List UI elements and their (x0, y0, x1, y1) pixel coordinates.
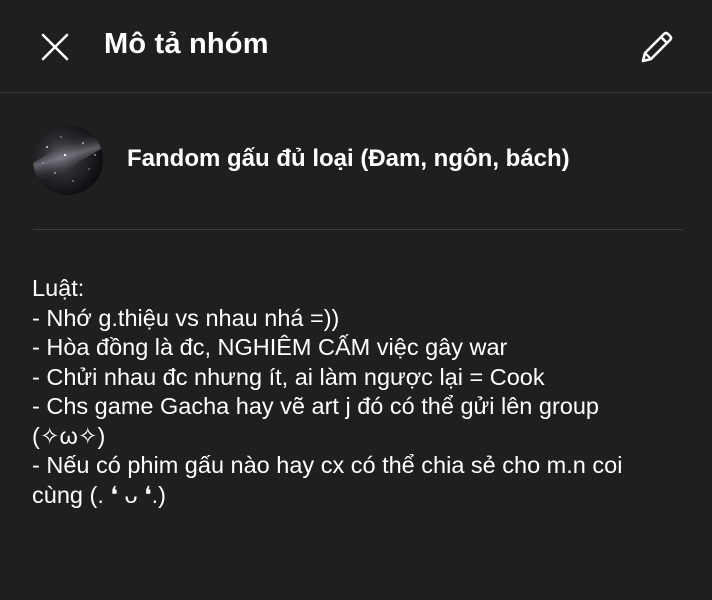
group-avatar (33, 125, 103, 195)
close-button[interactable] (28, 24, 82, 70)
edit-button[interactable] (630, 22, 684, 72)
group-description-screen: Mô tả nhóm Fandom gấu đủ loại (Đam, ngôn… (0, 0, 712, 600)
header-bar: Mô tả nhóm (0, 0, 712, 93)
description-line: - Chs game Gacha hay vẽ art j đó có thể … (32, 393, 599, 419)
description-line: (✧ω✧) (32, 422, 106, 449)
description-line: - Chửi nhau đc nhưng ít, ai làm ngược lạ… (32, 363, 545, 390)
group-description: Luật: - Nhớ g.thiệu vs nhau nhá =)) - Hò… (32, 274, 692, 510)
description-line: - Nhớ g.thiệu vs nhau nhá =)) (32, 304, 340, 331)
description-line: cùng (. ❛ ᴗ ❛.) (32, 481, 167, 508)
group-info-row: Fandom gấu đủ loại (Đam, ngôn, bách) (33, 125, 683, 197)
description-line: - Nếu có phim gấu nào hay cx có thể chia… (32, 452, 623, 478)
pencil-icon (641, 31, 673, 63)
close-icon (41, 33, 69, 61)
page-title: Mô tả nhóm (104, 28, 269, 60)
group-name: Fandom gấu đủ loại (Đam, ngôn, bách) (127, 145, 570, 172)
description-line: Luật: (32, 275, 85, 301)
divider (33, 229, 683, 230)
description-line: - Hòa đồng là đc, NGHIÊM CẤM việc gây wa… (32, 334, 508, 360)
galaxy-avatar-image (33, 125, 103, 195)
